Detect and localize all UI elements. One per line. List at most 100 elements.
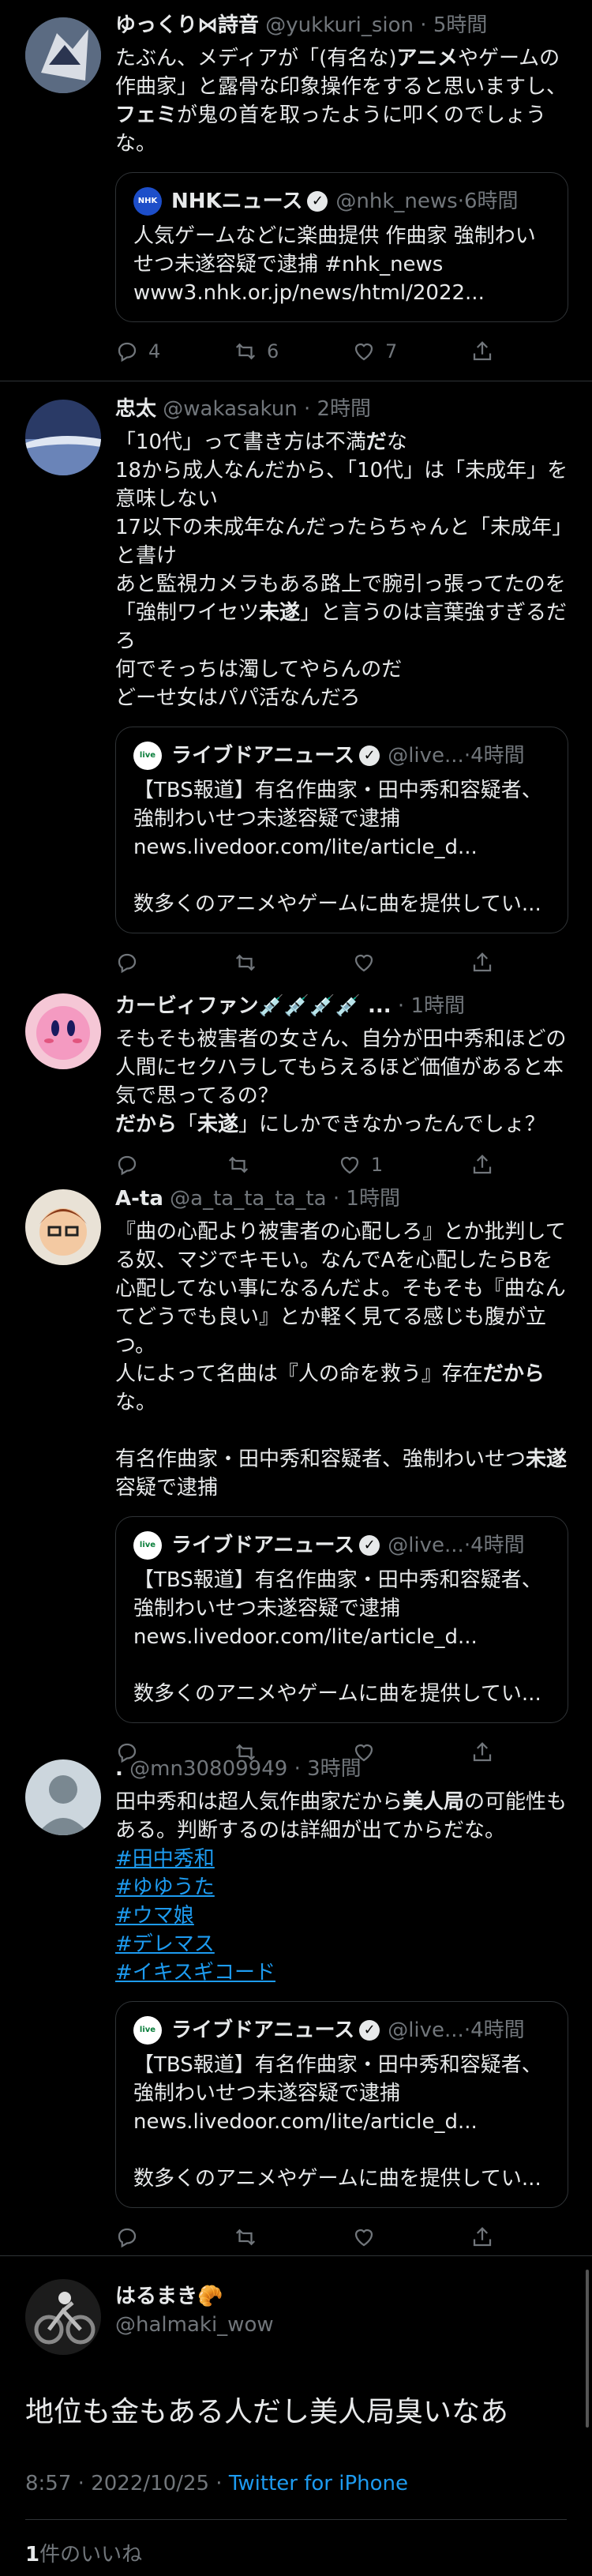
timestamp[interactable]: 1時間 xyxy=(346,1187,400,1211)
heart-icon xyxy=(354,343,373,361)
share-button[interactable] xyxy=(470,340,494,363)
tweet-actions xyxy=(115,2225,494,2249)
avatar[interactable] xyxy=(25,2279,101,2355)
heart-icon xyxy=(340,1156,358,1174)
reply-button[interactable] xyxy=(115,951,139,974)
share-icon xyxy=(473,1155,492,1174)
quoted-text: 人気ゲームなどに楽曲提供 作曲家 強制わいせつ未遂容疑で逮捕 #nhk_news xyxy=(133,224,536,276)
tweet-date[interactable]: 2022/10/25 xyxy=(91,2472,209,2495)
quoted-tweet[interactable]: live ライブドアニュース ✓ @live... · 4時間 【TBS報道】有名作… xyxy=(115,1516,568,1723)
tweet-header: A-ta @a_ta_ta_ta_ta · 1時間 xyxy=(115,1187,400,1211)
main-display-name[interactable]: はるまき🥐 xyxy=(115,2282,568,2311)
tweet-time[interactable]: 8:57 xyxy=(25,2472,71,2495)
retweet-icon xyxy=(228,1156,248,1173)
share-icon xyxy=(473,2227,492,2247)
retweet-button[interactable]: 6 xyxy=(234,340,279,363)
avatar[interactable] xyxy=(25,993,101,1069)
reply-icon xyxy=(118,342,137,362)
quoted-link[interactable]: www3.nhk.or.jp/news/html/2022... xyxy=(133,279,550,307)
quoted-time: 4時間 xyxy=(470,744,525,768)
avatar[interactable] xyxy=(25,400,101,475)
heart-icon xyxy=(354,2229,373,2247)
nhk-logo-icon: NHK xyxy=(133,187,162,216)
tweet-text: そもそも被害者の女さん、自分が田中秀和ほどの人間にセクハラしてもらえるほど価値が… xyxy=(115,1027,567,1136)
share-button[interactable] xyxy=(470,951,494,974)
livedoor-logo-icon: live xyxy=(133,1531,162,1560)
reply-button[interactable]: 4 xyxy=(115,340,160,363)
quoted-handle: @live... xyxy=(388,744,464,768)
share-icon xyxy=(473,341,492,361)
timestamp[interactable]: 2時間 xyxy=(317,397,372,421)
verified-icon: ✓ xyxy=(359,745,380,766)
display-name[interactable]: A-ta xyxy=(115,1187,163,1211)
quoted-tweet[interactable]: live ライブドアニュース ✓ @live... · 4時間 【TBS報道】有名作… xyxy=(115,2001,568,2208)
retweet-button[interactable] xyxy=(234,951,257,974)
tweet-header: カービィファン💉💉💉💉 ... · 1時間 xyxy=(115,994,465,1018)
livedoor-logo-icon: live xyxy=(133,742,162,770)
quoted-time: 4時間 xyxy=(470,2018,525,2042)
quoted-name: ライブドアニュース xyxy=(171,2018,355,2042)
verified-icon: ✓ xyxy=(359,1535,380,1556)
hashtag-link[interactable]: #イキスギコード xyxy=(115,1958,568,1987)
tweet-header: ゆっくり⋈詩音 @yukkuri_sion · 5時間 xyxy=(115,13,488,37)
avatar[interactable] xyxy=(25,1759,101,1835)
like-count[interactable]: 1件のいいね xyxy=(25,2538,142,2567)
main-user-handle: @halmaki_wow xyxy=(115,2313,274,2337)
quoted-description: 数多くのアニメやゲームに曲を提供してい... xyxy=(133,2167,541,2191)
quoted-handle: @nhk_news xyxy=(335,190,458,213)
timestamp[interactable]: 5時間 xyxy=(433,13,488,37)
like-button[interactable]: 7 xyxy=(352,340,397,363)
avatar[interactable] xyxy=(25,17,101,93)
display-name[interactable]: カービィファン💉💉💉💉 ... xyxy=(115,994,392,1018)
display-name[interactable]: . xyxy=(115,1757,123,1781)
hashtag-link[interactable]: #ウマ娘 xyxy=(115,1902,568,1930)
quoted-link[interactable]: news.livedoor.com/lite/article_d... xyxy=(133,833,550,862)
tweet-actions: 1 xyxy=(115,1153,494,1177)
divider xyxy=(0,2255,592,2256)
retweet-button[interactable] xyxy=(227,1153,250,1177)
quoted-tweet[interactable]: live ライブドアニュース ✓ @live... · 4時間 【TBS報道】有名作… xyxy=(115,727,568,933)
tweet-text: 田中秀和は超人気作曲家だから美人局の可能性もある。判断するのは詳細が出てからだな… xyxy=(115,1790,568,1842)
quoted-link[interactable]: news.livedoor.com/lite/article_d... xyxy=(133,2108,550,2136)
quoted-name: ライブドアニュース xyxy=(171,744,355,768)
display-name[interactable]: ゆっくり⋈詩音 xyxy=(115,13,259,37)
share-button[interactable] xyxy=(470,2225,494,2249)
quoted-text: 【TBS報道】有名作曲家・田中秀和容疑者、強制わいせつ未遂容疑で逮捕 xyxy=(133,1568,542,1620)
livedoor-logo-icon: live xyxy=(133,2016,162,2045)
reply-button[interactable] xyxy=(115,1153,139,1177)
quoted-tweet[interactable]: NHK NHKニュース ✓ @nhk_news · 6時間 人気ゲームなどに楽曲提供… xyxy=(115,172,568,322)
share-button[interactable] xyxy=(470,1153,494,1177)
timestamp[interactable]: 1時間 xyxy=(410,994,465,1018)
reply-icon xyxy=(118,953,137,974)
like-button[interactable] xyxy=(352,951,376,974)
tweet-source-link[interactable]: Twitter for iPhone xyxy=(229,2472,408,2495)
like-button[interactable] xyxy=(352,2225,376,2249)
quoted-time: 4時間 xyxy=(470,1534,525,1557)
quoted-time: 6時間 xyxy=(463,190,519,213)
scrollbar[interactable] xyxy=(586,2270,589,2428)
tweet-text: 「10代」って書き方は不満だな 18から成人なんだから、「10代」は「未成年」を意… xyxy=(115,430,568,710)
hashtag-list: #田中秀和 #ゆゆうた #ウマ娘 #デレマス #イキスギコード xyxy=(115,1845,568,1987)
reply-button[interactable] xyxy=(115,2225,139,2249)
like-button[interactable]: 1 xyxy=(338,1153,383,1177)
hashtag-link[interactable]: #田中秀和 xyxy=(115,1845,568,1873)
hashtag-link[interactable]: #デレマス xyxy=(115,1930,568,1958)
timestamp[interactable]: 3時間 xyxy=(307,1757,362,1781)
user-handle: @a_ta_ta_ta_ta xyxy=(170,1187,327,1211)
tweet-text: 『曲の心配より被害者の心配しろ』とか批判してる奴、マジでキモい。なんでAを心配し… xyxy=(115,1220,568,1500)
quoted-handle: @live... xyxy=(388,1534,464,1557)
divider xyxy=(25,2519,567,2520)
quoted-link[interactable]: news.livedoor.com/lite/article_d... xyxy=(133,1623,550,1651)
reply-icon xyxy=(118,1155,137,1176)
retweet-button[interactable] xyxy=(234,2225,257,2249)
tweet-header: 忠太 @wakasakun · 2時間 xyxy=(115,397,372,421)
tweet-actions xyxy=(115,951,494,974)
retweet-icon xyxy=(235,343,256,360)
hashtag-link[interactable]: #ゆゆうた xyxy=(115,1873,568,1902)
retweet-icon xyxy=(235,954,256,971)
avatar[interactable] xyxy=(25,1189,101,1265)
tweet-text: たぶん、メディアが「(有名な)アニメやゲームの作曲家」と露骨な印象操作をすると思… xyxy=(115,47,568,156)
tweet-actions: 4 6 7 xyxy=(115,340,494,363)
reply-icon xyxy=(118,2228,137,2248)
display-name[interactable]: 忠太 xyxy=(115,397,156,421)
